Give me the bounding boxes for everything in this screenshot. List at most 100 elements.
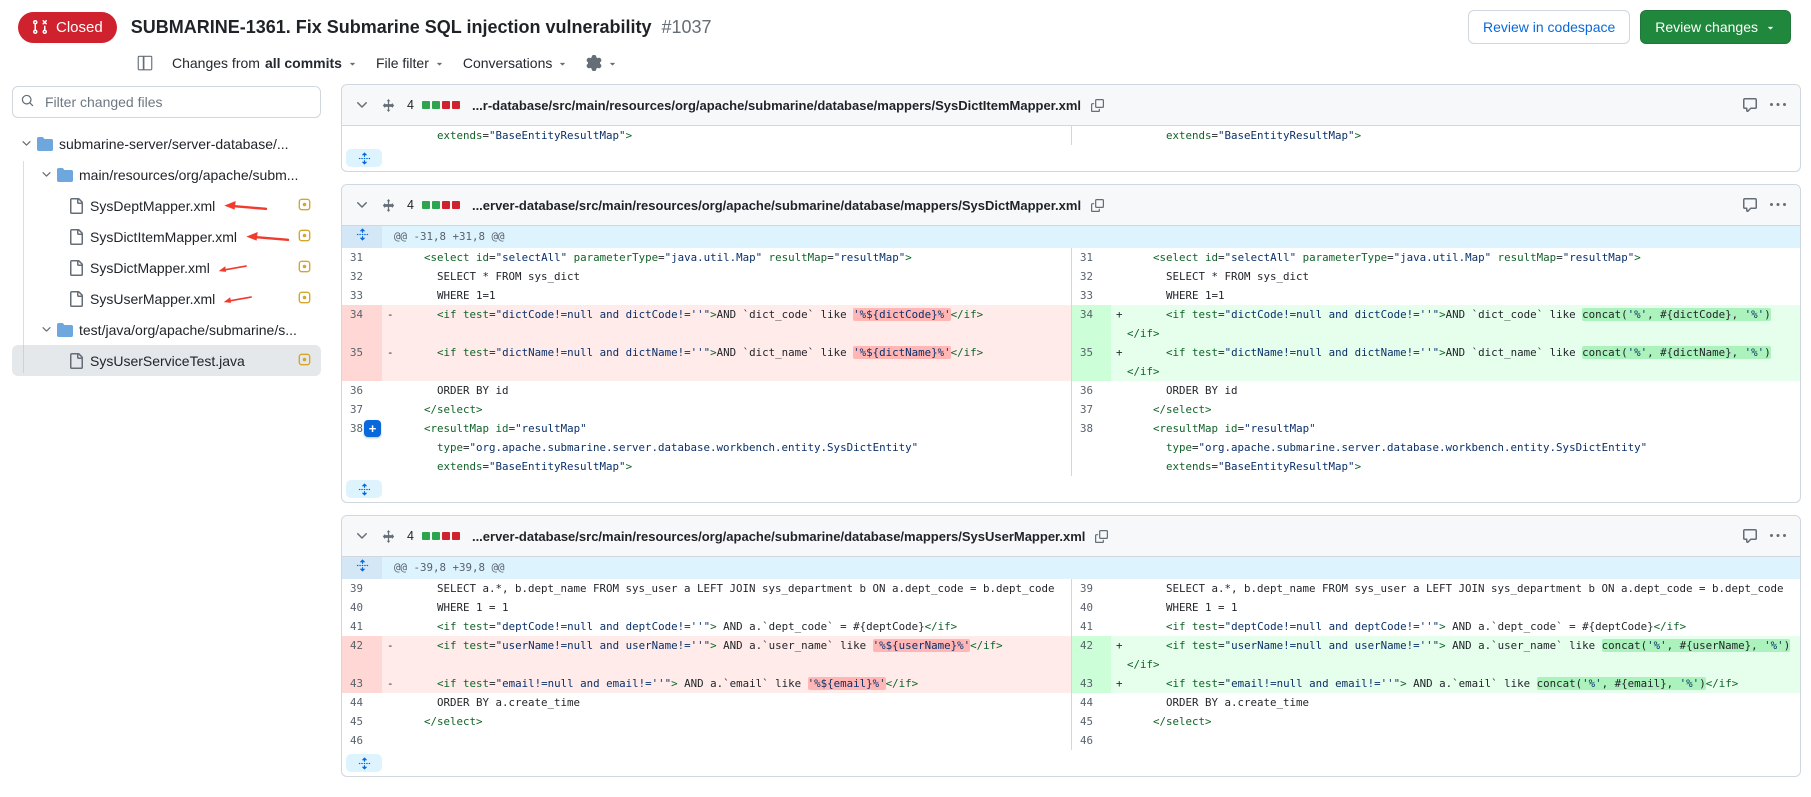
line-number[interactable]: 41 (342, 617, 382, 636)
comment-icon (1742, 197, 1758, 213)
line-number[interactable]: 33 (1071, 286, 1111, 305)
file-menu-button[interactable] (1768, 95, 1788, 115)
line-number[interactable]: 44 (1071, 693, 1111, 712)
line-number[interactable] (1071, 126, 1111, 145)
tree-file-row[interactable]: SysDictMapper.xml (12, 252, 321, 283)
unfold-icon (358, 757, 371, 770)
line-number[interactable]: 42 (342, 636, 382, 674)
file-menu-button[interactable] (1768, 526, 1788, 546)
drag-handle[interactable] (380, 97, 397, 114)
tree-dir-row[interactable]: main/resources/org/apache/subm... (12, 159, 321, 190)
line-number[interactable]: 34 (1071, 305, 1111, 343)
copy-path-button[interactable] (1093, 528, 1110, 545)
expand-hunk-button[interactable] (342, 226, 382, 248)
copy-path-button[interactable] (1089, 97, 1106, 114)
line-number[interactable]: 41 (1071, 617, 1111, 636)
collapse-file-button[interactable] (352, 95, 372, 115)
folder-icon (57, 322, 73, 338)
line-number[interactable]: 45 (1071, 712, 1111, 731)
collapse-file-button[interactable] (352, 195, 372, 215)
drag-handle[interactable] (380, 197, 397, 214)
line-number[interactable]: 31 (1071, 248, 1111, 267)
diff-settings-menu[interactable] (586, 53, 618, 73)
file-filter-menu[interactable]: File filter (376, 53, 445, 73)
line-number[interactable]: 32 (1071, 267, 1111, 286)
copy-path-button[interactable] (1089, 197, 1106, 214)
file-tree-toggle-button[interactable] (136, 54, 154, 72)
tree-item-label: SysUserServiceTest.java (90, 353, 245, 369)
diff-row: 35- <if test="dictName!=null and dictNam… (342, 343, 1800, 381)
file-menu-button[interactable] (1768, 195, 1788, 215)
line-marker: - (387, 305, 394, 324)
code-line: ORDER BY id (1111, 381, 1800, 400)
pr-status-label: Closed (56, 19, 103, 36)
line-number[interactable]: 37 (1071, 400, 1111, 419)
line-number[interactable] (342, 126, 382, 145)
file-icon (68, 291, 84, 307)
file-viewed-status-toggle[interactable] (298, 229, 311, 245)
code-line: - <if test="dictCode!=null and dictCode!… (382, 305, 1071, 343)
expand-diff-button[interactable] (346, 480, 382, 498)
file-comments-button[interactable] (1740, 526, 1760, 546)
line-number[interactable]: 42 (1071, 636, 1111, 674)
tree-dir-row[interactable]: submarine-server/server-database/... (12, 128, 321, 159)
file-comments-button[interactable] (1740, 95, 1760, 115)
tree-file-row[interactable]: SysUserMapper.xml (12, 283, 321, 314)
file-comments-button[interactable] (1740, 195, 1760, 215)
drag-handle[interactable] (380, 528, 397, 545)
tree-file-row[interactable]: SysDictItemMapper.xml (12, 221, 321, 252)
line-number[interactable]: 35 (1071, 343, 1111, 381)
tree-file-row[interactable]: SysUserServiceTest.java (12, 345, 321, 376)
tree-file-row[interactable]: SysDeptMapper.xml (12, 190, 321, 221)
file-viewed-status-toggle[interactable] (298, 291, 311, 307)
line-number[interactable]: 33 (342, 286, 382, 305)
changed-word-highlight: '%${email}%' (808, 677, 886, 690)
tree-item-label: SysDictItemMapper.xml (90, 229, 237, 245)
line-number[interactable]: 38+ (342, 419, 382, 476)
line-number[interactable]: 46 (342, 731, 382, 750)
line-number[interactable]: 35 (342, 343, 382, 381)
line-number[interactable]: 39 (342, 579, 382, 598)
diff-file-header: 4...erver-database/src/main/resources/or… (342, 516, 1800, 557)
line-number[interactable]: 38 (1071, 419, 1111, 476)
line-number[interactable]: 43 (342, 674, 382, 693)
changes-from-menu[interactable]: Changes from all commits (172, 53, 358, 73)
unfold-icon (358, 483, 371, 496)
conversations-label: Conversations (463, 55, 553, 71)
file-viewed-status-toggle[interactable] (298, 198, 311, 214)
file-viewed-status-toggle[interactable] (298, 353, 311, 369)
review-changes-button[interactable]: Review changes (1640, 10, 1791, 44)
expand-hunk-button[interactable] (342, 557, 382, 579)
tree-dir-row[interactable]: test/java/org/apache/submarine/s... (12, 314, 321, 345)
diff-row: 40 WHERE 1 = 140 WHERE 1 = 1 (342, 598, 1800, 617)
line-number[interactable]: 32 (342, 267, 382, 286)
review-in-codespace-button[interactable]: Review in codespace (1468, 10, 1630, 44)
line-number[interactable]: 46 (1071, 731, 1111, 750)
line-number[interactable]: 40 (1071, 598, 1111, 617)
collapse-file-button[interactable] (352, 526, 372, 546)
filter-changed-files-input[interactable] (12, 86, 321, 118)
file-viewed-status-toggle[interactable] (298, 260, 311, 276)
conversations-menu[interactable]: Conversations (463, 53, 569, 73)
line-number[interactable]: 43 (1071, 674, 1111, 693)
line-number[interactable]: 34 (342, 305, 382, 343)
line-number[interactable]: 44 (342, 693, 382, 712)
add-line-comment-button[interactable]: + (364, 420, 381, 437)
line-number[interactable]: 36 (1071, 381, 1111, 400)
line-number[interactable]: 45 (342, 712, 382, 731)
line-number[interactable]: 36 (342, 381, 382, 400)
content-area: submarine-server/server-database/...main… (0, 80, 1811, 797)
sidebar-toggle-icon (136, 54, 154, 72)
line-number[interactable]: 39 (1071, 579, 1111, 598)
expand-diff-button[interactable] (346, 149, 382, 167)
line-number[interactable]: 31 (342, 248, 382, 267)
line-number[interactable]: 40 (342, 598, 382, 617)
diffstat-square (442, 201, 450, 209)
chevron-down-icon (40, 323, 53, 336)
expand-diff-button[interactable] (346, 754, 382, 772)
modified-icon (298, 291, 311, 304)
line-number[interactable]: 37 (342, 400, 382, 419)
code-line: WHERE 1 = 1 (1111, 598, 1800, 617)
diffstat-square (432, 101, 440, 109)
line-marker: + (1116, 636, 1123, 655)
